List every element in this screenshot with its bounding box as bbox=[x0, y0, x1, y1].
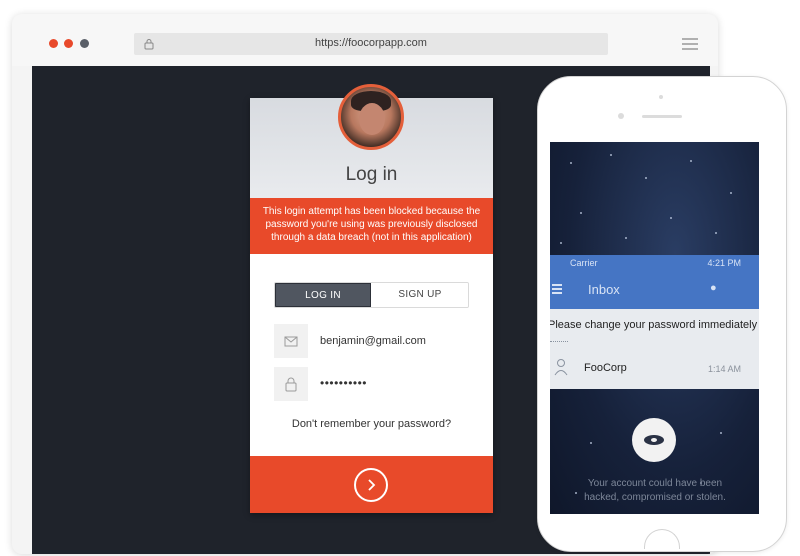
security-message: Your account could have been hacked, com… bbox=[584, 478, 726, 503]
stage: https://foocorpapp.com Log in This login… bbox=[0, 0, 800, 556]
maximize-window-button[interactable] bbox=[80, 39, 89, 48]
phone-screen: Carrier 4:21 PM Inbox ● Please change yo… bbox=[550, 142, 759, 514]
lock-icon bbox=[274, 367, 308, 401]
minimize-window-button[interactable] bbox=[64, 39, 73, 48]
tab-login[interactable]: LOG IN bbox=[275, 283, 371, 307]
chevron-right-icon bbox=[368, 479, 376, 491]
app-bar: Inbox ● bbox=[550, 271, 759, 309]
person-icon bbox=[554, 359, 568, 376]
tab-signup[interactable]: SIGN UP bbox=[372, 283, 468, 307]
camera-icon bbox=[618, 113, 624, 119]
user-avatar bbox=[338, 84, 404, 150]
email-field[interactable]: benjamin@gmail.com bbox=[274, 324, 469, 358]
email-value: benjamin@gmail.com bbox=[320, 335, 426, 347]
auth-tabs: LOG IN SIGN UP bbox=[274, 282, 469, 308]
mail-icon bbox=[274, 324, 308, 358]
password-field[interactable]: •••••••••• bbox=[274, 367, 469, 401]
notification-card[interactable]: Please change your password immediately … bbox=[550, 309, 759, 389]
address-bar[interactable]: https://foocorpapp.com bbox=[134, 33, 608, 55]
eye-icon bbox=[632, 418, 676, 462]
forgot-password-link[interactable]: Don't remember your password? bbox=[250, 418, 493, 430]
password-value: •••••••••• bbox=[320, 376, 368, 390]
home-button[interactable] bbox=[644, 529, 680, 549]
close-window-button[interactable] bbox=[49, 39, 58, 48]
url-text: https://foocorpapp.com bbox=[315, 37, 427, 49]
status-time: 4:21 PM bbox=[707, 258, 741, 268]
browser-toolbar: https://foocorpapp.com bbox=[12, 14, 718, 66]
app-title: Inbox bbox=[588, 282, 620, 297]
pin-icon[interactable]: ● bbox=[710, 282, 717, 294]
submit-button[interactable] bbox=[354, 468, 388, 502]
menu-icon[interactable] bbox=[552, 284, 562, 294]
speaker bbox=[642, 115, 682, 118]
menu-icon[interactable] bbox=[682, 38, 698, 50]
notification-title: Please change your password immediately bbox=[550, 319, 758, 331]
submit-bar bbox=[250, 456, 493, 513]
page-title: Log in bbox=[345, 164, 398, 185]
breach-alert: This login attempt has been blocked beca… bbox=[250, 198, 493, 254]
notification-time: 1:14 AM bbox=[707, 364, 741, 374]
status-bar: Carrier 4:21 PM bbox=[550, 255, 759, 271]
login-card: Log in This login attempt has been block… bbox=[250, 84, 493, 513]
phone-mockup: Carrier 4:21 PM Inbox ● Please change yo… bbox=[537, 76, 787, 552]
notification-sender: FooCorp bbox=[584, 362, 627, 374]
carrier-label: Carrier bbox=[570, 258, 598, 268]
